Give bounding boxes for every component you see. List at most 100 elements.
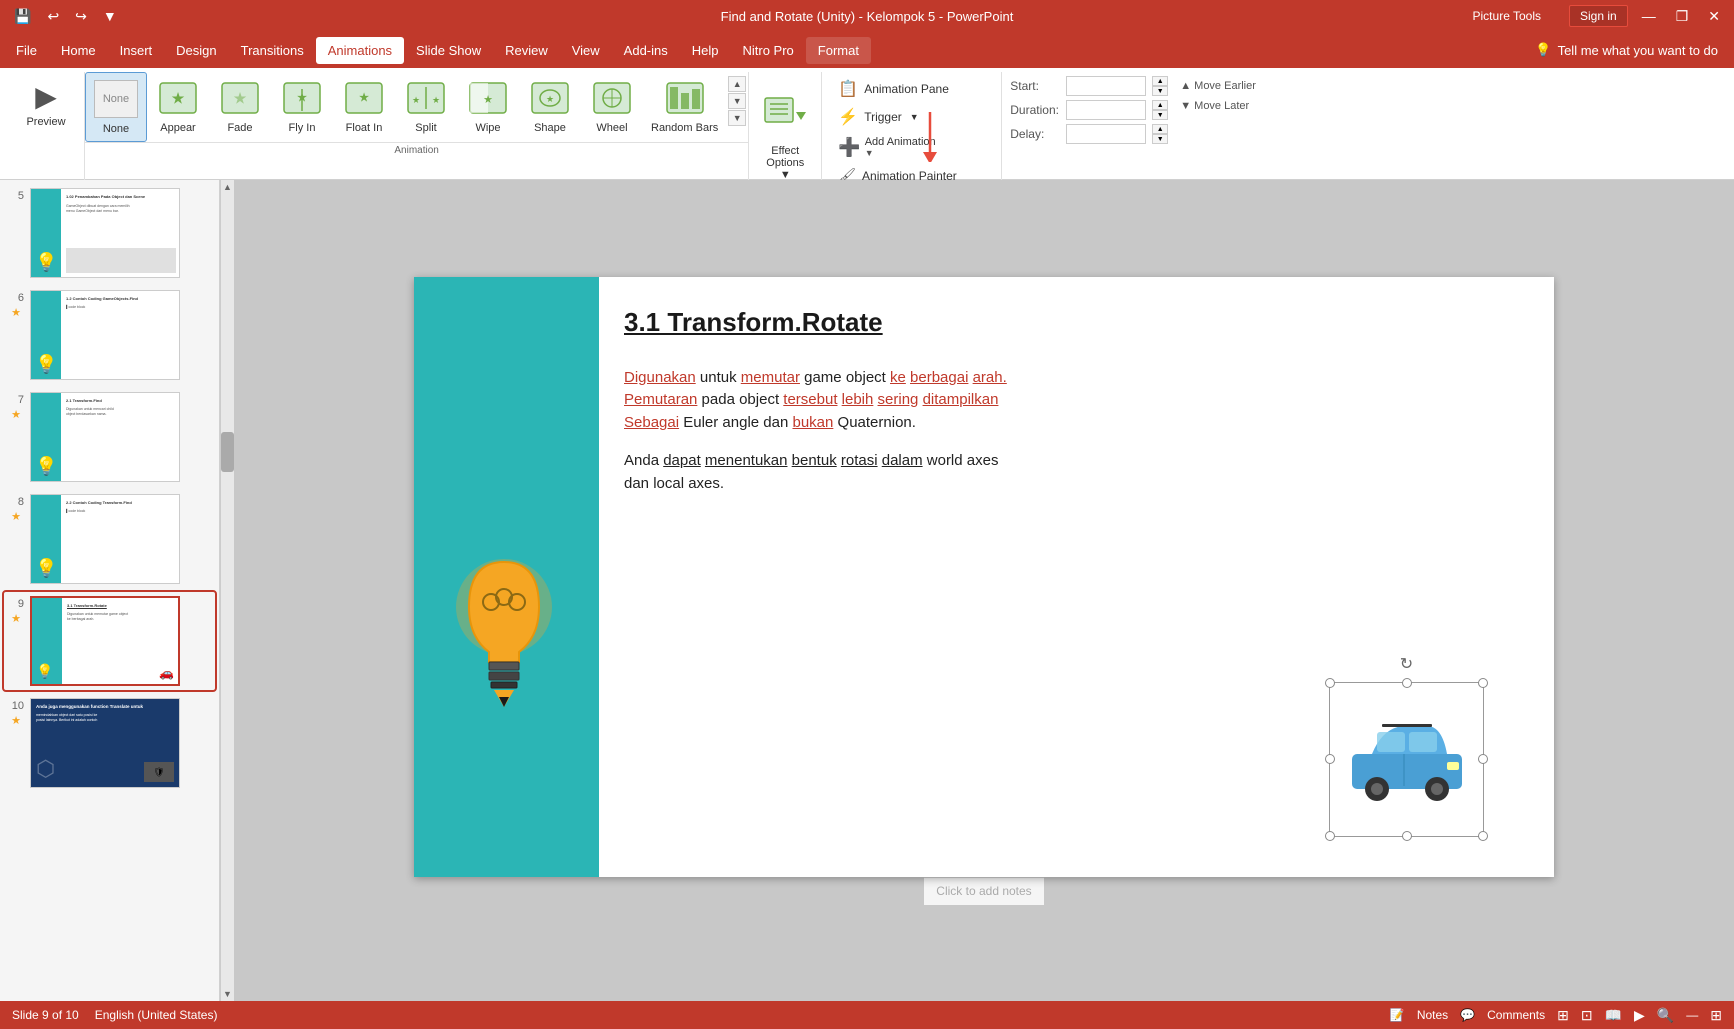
minimize-button[interactable]: — bbox=[1636, 6, 1662, 26]
scroll-up-arrow[interactable]: ▲ bbox=[728, 76, 746, 92]
slide-star-9: ★ bbox=[11, 612, 21, 625]
animation-pane-button[interactable]: 📋 Animation Pane bbox=[830, 76, 993, 102]
body-memutar: memutar bbox=[741, 369, 800, 386]
handle-br[interactable] bbox=[1478, 831, 1488, 841]
menu-home[interactable]: Home bbox=[49, 37, 108, 64]
menu-insert[interactable]: Insert bbox=[108, 37, 165, 64]
signin-button[interactable]: Sign in bbox=[1569, 5, 1628, 27]
floatin-label: Float In bbox=[346, 122, 383, 134]
anim-split-button[interactable]: ★ ★ Split bbox=[395, 72, 457, 140]
body-arah: arah. bbox=[973, 369, 1007, 386]
slide-canvas[interactable]: 3.1 Transform.Rotate Digunakan untuk mem… bbox=[414, 277, 1554, 877]
handle-mr[interactable] bbox=[1478, 754, 1488, 764]
menu-format[interactable]: Format bbox=[806, 37, 871, 64]
undo-icon[interactable]: ↩ bbox=[41, 6, 65, 27]
fade-icon: ★ bbox=[218, 78, 262, 118]
delay-down-arrow[interactable]: ▼ bbox=[1152, 134, 1168, 144]
statusbar: Slide 9 of 10 English (United States) 📝 … bbox=[0, 1001, 1734, 1029]
car-selection-container[interactable]: ↻ bbox=[1329, 682, 1484, 837]
notes-status-label[interactable]: Notes bbox=[1417, 1008, 1448, 1022]
scroll-bottom-arrow[interactable]: ▼ bbox=[221, 987, 234, 1001]
slide-thumb-8[interactable]: 8 ★ 2.2 Contoh Coding Transform.Find ▌co… bbox=[4, 490, 215, 588]
svg-text:★: ★ bbox=[546, 94, 554, 104]
menu-review[interactable]: Review bbox=[493, 37, 560, 64]
anim-none-button[interactable]: None None bbox=[85, 72, 147, 142]
slide-num-7: 7 bbox=[8, 392, 24, 406]
notes-status-icon: 📝 bbox=[1390, 1008, 1405, 1022]
add-animation-dropdown: ▼ bbox=[865, 148, 874, 158]
start-label: Start: bbox=[1010, 79, 1060, 93]
move-earlier-button[interactable]: ▲ Move Earlier bbox=[1176, 78, 1260, 94]
scroll-down-arrow[interactable]: ▼ bbox=[728, 93, 746, 109]
move-later-button[interactable]: ▼ Move Later bbox=[1176, 98, 1260, 114]
duration-up-arrow[interactable]: ▲ bbox=[1152, 100, 1168, 110]
anim-wipe-button[interactable]: ★ Wipe bbox=[457, 72, 519, 140]
anim-wheel-button[interactable]: Wheel bbox=[581, 72, 643, 140]
menu-design[interactable]: Design bbox=[164, 37, 228, 64]
scroll-more-arrow[interactable]: ▼ bbox=[728, 110, 746, 126]
ribbon: ▶ Preview None None bbox=[0, 68, 1734, 180]
slide-thumb-5[interactable]: 5 1.02 Penambahan Pada Object dan Scene … bbox=[4, 184, 215, 282]
scroll-thumb[interactable] bbox=[221, 432, 234, 472]
restore-button[interactable]: ❐ bbox=[1670, 6, 1695, 27]
slide-thumb-7[interactable]: 7 ★ 2.1 Transform.Find Digunakan untuk m… bbox=[4, 388, 215, 486]
duration-down-arrow[interactable]: ▼ bbox=[1152, 110, 1168, 120]
handle-tl[interactable] bbox=[1325, 678, 1335, 688]
handle-bc[interactable] bbox=[1402, 831, 1412, 841]
menu-view[interactable]: View bbox=[560, 37, 612, 64]
handle-ml[interactable] bbox=[1325, 754, 1335, 764]
slide-panel-scrollbar[interactable]: ▲ ▼ bbox=[220, 180, 234, 1001]
effect-options-button[interactable]: Effect Options ▼ bbox=[757, 86, 813, 185]
menu-animations[interactable]: Animations bbox=[316, 37, 404, 64]
delay-up-arrow[interactable]: ▲ bbox=[1152, 124, 1168, 134]
wipe-icon: ★ bbox=[466, 78, 510, 118]
menu-transitions[interactable]: Transitions bbox=[229, 37, 316, 64]
red-arrow-indicator bbox=[920, 112, 940, 165]
close-button[interactable]: ✕ bbox=[1702, 6, 1726, 27]
slide-editor: 3.1 Transform.Rotate Digunakan untuk mem… bbox=[234, 180, 1734, 1001]
delay-input[interactable] bbox=[1066, 124, 1146, 144]
menu-file[interactable]: File bbox=[4, 37, 49, 64]
fit-slide-icon[interactable]: ⊞ bbox=[1710, 1007, 1722, 1024]
menu-help[interactable]: Help bbox=[680, 37, 731, 64]
anim-flyin-button[interactable]: ★ Fly In bbox=[271, 72, 333, 140]
zoom-icon[interactable]: 🔍 bbox=[1657, 1007, 1674, 1024]
trigger-dropdown: ▼ bbox=[910, 112, 919, 122]
trigger-button[interactable]: ⚡ Trigger ▼ bbox=[830, 104, 993, 130]
notes-bar[interactable]: Click to add notes bbox=[924, 877, 1043, 905]
normal-view-icon[interactable]: ⊞ bbox=[1557, 1007, 1569, 1024]
anim-randombars-button[interactable]: Random Bars bbox=[643, 72, 726, 140]
duration-input[interactable] bbox=[1066, 100, 1146, 120]
anim-floatin-button[interactable]: ★ Float In bbox=[333, 72, 395, 140]
redo-icon[interactable]: ↪ bbox=[69, 6, 93, 27]
slide-thumb-10[interactable]: 10 ★ Anda juga menggunakan function Tran… bbox=[4, 694, 215, 792]
slide-sorter-icon[interactable]: ⊡ bbox=[1581, 1007, 1593, 1024]
start-input[interactable] bbox=[1066, 76, 1146, 96]
anim-fade-button[interactable]: ★ Fade bbox=[209, 72, 271, 140]
tell-me-bar[interactable]: 💡 Tell me what you want to do bbox=[1523, 42, 1730, 58]
slide-num-6-area: 6 ★ bbox=[8, 290, 24, 319]
anim-appear-button[interactable]: ★ Appear bbox=[147, 72, 209, 140]
menu-nitropro[interactable]: Nitro Pro bbox=[731, 37, 806, 64]
handle-tr[interactable] bbox=[1478, 678, 1488, 688]
preview-button[interactable]: ▶ Preview bbox=[16, 76, 76, 132]
reading-view-icon[interactable]: 📖 bbox=[1605, 1007, 1622, 1024]
customize-qat-icon[interactable]: ▼ bbox=[97, 6, 123, 26]
menu-addins[interactable]: Add-ins bbox=[612, 37, 680, 64]
slideshow-icon[interactable]: ▶ bbox=[1634, 1007, 1645, 1024]
rotate-handle[interactable]: ↻ bbox=[1400, 654, 1413, 674]
start-up-arrow[interactable]: ▲ bbox=[1152, 76, 1168, 86]
slide-thumb-9[interactable]: 9 ★ 3.1 Transform.Rotate Digunakan untuk… bbox=[4, 592, 215, 690]
anim-shape-button[interactable]: ★ Shape bbox=[519, 72, 581, 140]
save-icon[interactable]: 💾 bbox=[8, 6, 37, 27]
comments-status-label[interactable]: Comments bbox=[1487, 1008, 1545, 1022]
menu-slideshow[interactable]: Slide Show bbox=[404, 37, 493, 64]
start-down-arrow[interactable]: ▼ bbox=[1152, 86, 1168, 96]
handle-bl[interactable] bbox=[1325, 831, 1335, 841]
slide-thumb-6[interactable]: 6 ★ 1.2 Contoh Coding GameObjects.Find ▌… bbox=[4, 286, 215, 384]
move-earlier-label: Move Earlier bbox=[1194, 80, 1256, 92]
body-menentukan: menentukan bbox=[705, 452, 788, 469]
handle-tc[interactable] bbox=[1402, 678, 1412, 688]
scroll-top-arrow[interactable]: ▲ bbox=[221, 180, 234, 194]
animation-pane-icon: 📋 bbox=[838, 79, 858, 99]
